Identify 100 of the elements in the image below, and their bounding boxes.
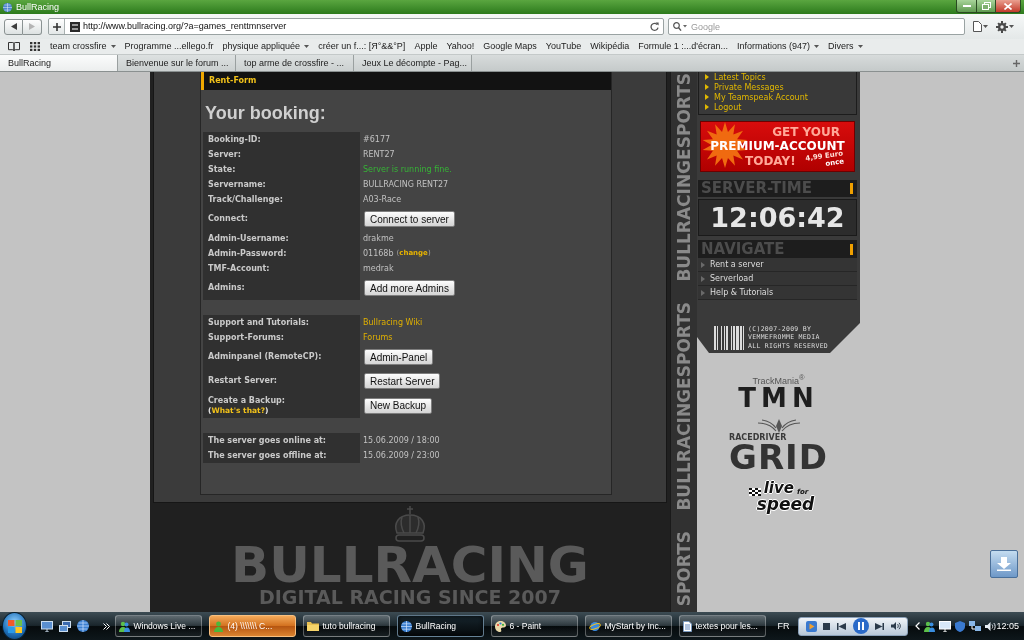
- chevron-left-icon[interactable]: [915, 622, 921, 630]
- taskbar-button[interactable]: (4) \\\\\\\ C...: [209, 615, 297, 637]
- taskbar-button[interactable]: Windows Live ...: [115, 615, 203, 637]
- bookmark-link[interactable]: YouTube: [545, 41, 582, 52]
- form-button[interactable]: Connect to server: [364, 211, 455, 227]
- field-value: drakme: [363, 233, 394, 244]
- back-button[interactable]: [4, 18, 23, 35]
- search-icon[interactable]: [673, 22, 687, 31]
- bookmark-link[interactable]: Yahoo!: [446, 41, 475, 52]
- browser-tab[interactable]: Jeux Le décompte - Pag...: [354, 55, 472, 71]
- field-value: BULLRACING RENT27: [363, 179, 449, 190]
- form-button[interactable]: Restart Server: [364, 373, 441, 389]
- vertical-brand-text: SPORTS: [672, 530, 695, 606]
- bookmark-link[interactable]: Wikipédia: [590, 41, 630, 52]
- nav-link[interactable]: Rent a server: [698, 258, 857, 272]
- start-button[interactable]: [2, 612, 28, 640]
- field-label: Servername:: [208, 179, 266, 190]
- next-icon[interactable]: [875, 622, 885, 630]
- double-chevron-icon[interactable]: [103, 622, 111, 630]
- logo-wordmark: GRID: [729, 442, 828, 472]
- bookmark-link[interactable]: Informations (947): [736, 41, 819, 52]
- grid-icon[interactable]: [30, 42, 40, 51]
- value-link[interactable]: Bullracing Wiki: [363, 317, 423, 328]
- pause-icon[interactable]: [852, 618, 869, 634]
- banner-text: TODAY!: [745, 153, 796, 168]
- show-desktop-icon[interactable]: [41, 620, 54, 632]
- account-link[interactable]: Logout: [705, 102, 742, 112]
- bookmark-link[interactable]: Apple: [414, 41, 438, 52]
- logo-caption: TrackMania$^{®}$: [752, 373, 805, 386]
- barcode-icon: [714, 326, 744, 350]
- account-link[interactable]: My Teamspeak Account: [705, 92, 808, 102]
- minimize-button[interactable]: [956, 0, 977, 13]
- restore-button[interactable]: [977, 0, 996, 13]
- add-bookmark-button[interactable]: [49, 19, 65, 34]
- field-label: Restart Server:: [208, 376, 278, 386]
- plus-icon: [52, 22, 61, 31]
- nav-link[interactable]: Serverload: [698, 272, 857, 286]
- windows-flag-icon: [7, 619, 22, 633]
- page-icon: [973, 21, 982, 32]
- book-icon[interactable]: [8, 42, 20, 51]
- bookmark-link[interactable]: Formule 1 :...d'écran...: [638, 41, 728, 52]
- bookmark-link[interactable]: team crossfire: [50, 41, 116, 52]
- volume-icon[interactable]: [891, 622, 902, 630]
- reload-icon[interactable]: [650, 22, 659, 31]
- form-button[interactable]: Admin-Panel: [364, 349, 434, 365]
- browser-tab[interactable]: top arme de crossfire - ...: [236, 55, 354, 71]
- field-label: Create a Backup:: [208, 396, 286, 406]
- field-label: Adminpanel (RemoteCP):: [208, 352, 322, 362]
- previous-icon[interactable]: [837, 622, 847, 630]
- close-button[interactable]: [996, 0, 1021, 13]
- switch-windows-icon[interactable]: [59, 620, 72, 632]
- field-value: RENT27: [363, 149, 395, 160]
- field-label: Booking-ID:: [208, 134, 261, 145]
- people-icon: [119, 620, 131, 632]
- speaker-icon[interactable]: [985, 621, 997, 631]
- monitor-icon[interactable]: [939, 620, 952, 632]
- taskbar-button[interactable]: 6 - Paint: [491, 615, 579, 637]
- bookmark-link[interactable]: Divers: [828, 41, 863, 52]
- field-label: Admin-Username:: [208, 233, 289, 244]
- tools-button[interactable]: [996, 20, 1014, 33]
- form-button[interactable]: New Backup: [364, 397, 433, 414]
- bookmark-link[interactable]: créer un f...: [Я°&&°P]: [318, 41, 406, 52]
- globe-icon[interactable]: [77, 620, 90, 632]
- nav-link[interactable]: Help & Tutorials: [698, 286, 857, 300]
- browser-tab[interactable]: BullRacing: [0, 55, 118, 71]
- caret-icon: [814, 45, 819, 48]
- new-tab-button[interactable]: [1013, 59, 1020, 67]
- bookmark-link[interactable]: Google Maps: [483, 41, 537, 52]
- plus-icon: [1013, 59, 1020, 67]
- page-menu-button[interactable]: [973, 21, 988, 32]
- stop-icon[interactable]: [823, 622, 831, 630]
- scroll-down-button[interactable]: [990, 550, 1018, 578]
- field-label: The server goes online at:: [208, 435, 327, 446]
- shield-icon[interactable]: [955, 620, 966, 632]
- search-field[interactable]: Google: [668, 18, 965, 35]
- form-button[interactable]: Add more Admins: [364, 280, 455, 296]
- forward-icon: [29, 23, 35, 30]
- taskbar-button[interactable]: MyStart by Inc...: [585, 615, 673, 637]
- browser-tab[interactable]: Bienvenue sur le forum ...: [118, 55, 236, 71]
- globe-icon: [401, 620, 413, 632]
- media-player-icon[interactable]: [805, 620, 817, 632]
- taskbar-button[interactable]: tuto bullracing: [303, 615, 391, 637]
- address-bar[interactable]: http://www.bullracing.org/?a=games_renttmnserver: [48, 18, 664, 35]
- triangle-bullet-icon: [705, 74, 709, 80]
- caret-icon: [983, 25, 988, 28]
- back-icon: [10, 23, 17, 30]
- server-time-clock: 12:06:42: [710, 202, 845, 233]
- language-indicator[interactable]: FR: [777, 620, 790, 632]
- field-value: medrak: [363, 263, 394, 274]
- account-link[interactable]: Private Messages: [705, 82, 784, 92]
- taskbar-button[interactable]: textes pour les...: [679, 615, 767, 637]
- people-icon[interactable]: [924, 620, 936, 632]
- network-icon[interactable]: [969, 620, 982, 632]
- account-link[interactable]: Latest Topics: [705, 72, 766, 82]
- bookmark-link[interactable]: physique appliquée: [222, 41, 310, 52]
- taskbar-clock[interactable]: 12:05: [996, 620, 1019, 632]
- value-link[interactable]: Forums: [363, 332, 393, 343]
- taskbar-button[interactable]: BullRacing: [397, 615, 485, 637]
- bookmark-link[interactable]: Programme ...ellego.fr: [124, 41, 214, 52]
- caret-icon: [304, 45, 310, 48]
